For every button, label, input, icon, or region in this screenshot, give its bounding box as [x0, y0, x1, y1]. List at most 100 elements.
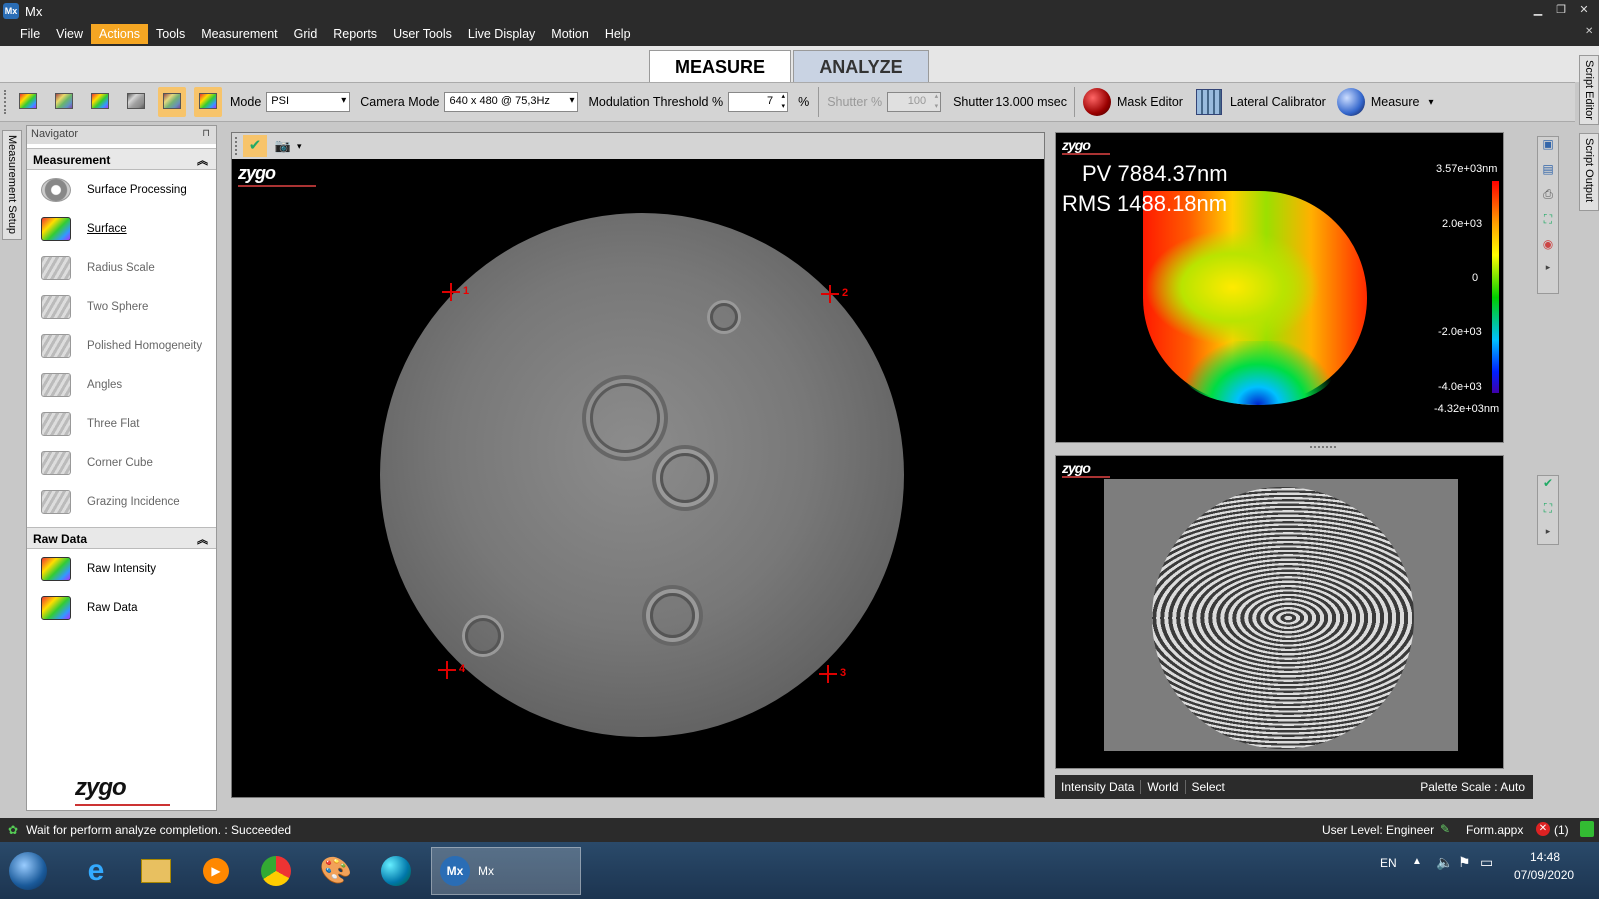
flag-icon[interactable]: ⚑	[1458, 854, 1471, 871]
minimize-icon[interactable]: ▁	[1530, 3, 1546, 17]
collapse-icon[interactable]: ︽	[197, 531, 208, 547]
fit-icon[interactable]: ⛶	[1538, 501, 1558, 526]
marker-2[interactable]	[821, 285, 839, 303]
3d-view-icon[interactable]: ◉	[1538, 237, 1558, 262]
dropdown-icon[interactable]: ▾	[297, 141, 302, 152]
nav-item-two-sphere[interactable]: Two Sphere	[27, 287, 216, 326]
data-app-icon[interactable]	[86, 87, 114, 117]
scale-tick-label: -2.0e+03	[1438, 326, 1482, 338]
file-explorer-icon[interactable]	[131, 847, 181, 895]
nav-item-radius-scale[interactable]: Radius Scale	[27, 248, 216, 287]
menu-file[interactable]: File	[12, 24, 48, 44]
palette-icon[interactable]: ▤	[1538, 162, 1558, 187]
mode-select[interactable]: PSI	[266, 92, 351, 112]
palette-scale-label[interactable]: Palette Scale : Auto	[1420, 780, 1525, 794]
collapse-icon[interactable]: ︽	[197, 152, 208, 168]
media-player-icon[interactable]: ▶	[191, 847, 241, 895]
data-type-label[interactable]: Intensity Data	[1055, 780, 1142, 794]
internet-explorer-icon[interactable]: e	[71, 847, 121, 895]
lateral-calibrator-button[interactable]: Lateral Calibrator	[1230, 95, 1326, 109]
edge-icon[interactable]	[371, 847, 421, 895]
clock-date[interactable]: 07/09/2020	[1514, 868, 1574, 882]
chrome-icon[interactable]	[251, 847, 301, 895]
measure-icon[interactable]	[1336, 88, 1365, 116]
close-icon[interactable]: ✕	[1576, 3, 1592, 17]
network-icon[interactable]: ▭	[1480, 854, 1493, 871]
tab-analyze[interactable]: ANALYZE	[793, 50, 929, 82]
error-count[interactable]: (1)	[1554, 823, 1569, 837]
menu-view[interactable]: View	[48, 24, 91, 44]
pin-icon[interactable]: ⊓	[202, 128, 210, 139]
start-button[interactable]	[6, 847, 50, 895]
section-raw-data[interactable]: Raw Data ︽	[27, 527, 216, 549]
live-camera-view[interactable]: ✔ 📷 ▾ zygo 1 2 3 4	[231, 132, 1045, 798]
surface-app-icon[interactable]	[14, 87, 42, 117]
nav-item-angles[interactable]: Angles	[27, 365, 216, 404]
section-measurement[interactable]: Measurement ︽	[27, 148, 216, 170]
menu-live-display[interactable]: Live Display	[460, 24, 543, 44]
lateral-calibrator-icon[interactable]	[1195, 89, 1222, 115]
menu-actions[interactable]: Actions	[91, 24, 149, 44]
pin-icon[interactable]: ✕	[1585, 26, 1593, 37]
toolbar-grip[interactable]	[4, 90, 10, 114]
file-label[interactable]: Form.appx	[1466, 823, 1523, 837]
nav-item-corner-cube[interactable]: Corner Cube	[27, 443, 216, 482]
nav-item-polished-homogeneity[interactable]: Polished Homogeneity	[27, 326, 216, 365]
camera-icon[interactable]: 📷	[271, 135, 295, 157]
script-output-tab[interactable]: Script Output	[1579, 133, 1599, 211]
surface-map-plot[interactable]: zygo PV 7884.37nm RMS 1488.18nm 3.57e+03…	[1055, 132, 1504, 443]
nav-item-three-flat[interactable]: Three Flat	[27, 404, 216, 443]
accept-check-icon[interactable]: ✔	[243, 135, 267, 157]
taskbar-mx-app[interactable]: Mx Mx	[431, 846, 581, 895]
nav-item-surface-processing[interactable]: Surface Processing	[27, 170, 216, 209]
coords-label[interactable]: World	[1141, 780, 1186, 794]
splitter-grip[interactable]	[1310, 446, 1336, 450]
accept-check-icon[interactable]: ✔	[1538, 476, 1558, 501]
tray-expand-icon[interactable]: ▲	[1412, 856, 1422, 867]
measurement-setup-tab[interactable]: Measurement Setup	[2, 130, 22, 240]
expand-icon[interactable]: ▸	[1538, 526, 1558, 538]
menu-motion[interactable]: Motion	[543, 24, 597, 44]
volume-icon[interactable]: 🔈	[1436, 854, 1453, 871]
marker-3[interactable]	[819, 665, 837, 683]
restore-icon[interactable]: ❐	[1553, 3, 1569, 17]
camera-mode-select[interactable]: 640 x 480 @ 75,3Hz	[444, 92, 579, 112]
toolbar-overflow-icon[interactable]: ▾	[1429, 97, 1434, 108]
marker-4[interactable]	[438, 661, 456, 679]
print-icon[interactable]: ⎙	[1538, 187, 1558, 212]
menu-user-tools[interactable]: User Tools	[385, 24, 460, 44]
mask-editor-button[interactable]: Mask Editor	[1117, 95, 1183, 109]
menu-help[interactable]: Help	[597, 24, 639, 44]
paint-icon[interactable]: 🎨	[311, 847, 361, 895]
wrench-icon[interactable]: ✎	[1440, 822, 1450, 836]
script-editor-tab[interactable]: Script Editor	[1579, 55, 1599, 125]
nav-item-surface[interactable]: Surface	[27, 209, 216, 248]
menu-tools[interactable]: Tools	[148, 24, 193, 44]
error-icon[interactable]: ✕	[1536, 822, 1550, 836]
expand-icon[interactable]: ▸	[1538, 262, 1558, 274]
fit-icon[interactable]: ⛶	[1538, 212, 1558, 237]
clock-time[interactable]: 14:48	[1530, 850, 1560, 864]
tool-label[interactable]: Select	[1186, 780, 1231, 794]
toolbar-grip[interactable]	[235, 137, 239, 155]
intensity-plot[interactable]: zygo	[1055, 455, 1504, 769]
settings-app-icon[interactable]	[50, 87, 78, 117]
zoom-icon[interactable]: ▣	[1538, 137, 1558, 162]
menu-reports[interactable]: Reports	[325, 24, 385, 44]
menu-grid[interactable]: Grid	[286, 24, 326, 44]
compare-app-icon[interactable]	[122, 87, 150, 117]
mask-editor-icon[interactable]	[1082, 88, 1111, 116]
logo-underline	[1062, 476, 1110, 478]
measurement-app-icon[interactable]	[158, 87, 186, 117]
nav-item-raw-data[interactable]: Raw Data	[27, 588, 216, 627]
live-app-icon[interactable]	[194, 87, 222, 117]
language-indicator[interactable]: EN	[1380, 856, 1397, 870]
nav-item-raw-intensity[interactable]: Raw Intensity	[27, 549, 216, 588]
menu-measurement[interactable]: Measurement	[193, 24, 285, 44]
shutter-pct-label: Shutter %	[827, 95, 883, 109]
marker-1[interactable]	[442, 283, 460, 301]
tab-measure[interactable]: MEASURE	[649, 50, 791, 82]
modulation-input[interactable]: 7	[728, 92, 789, 112]
nav-item-grazing-incidence[interactable]: Grazing Incidence	[27, 482, 216, 521]
measure-button[interactable]: Measure	[1371, 95, 1420, 109]
